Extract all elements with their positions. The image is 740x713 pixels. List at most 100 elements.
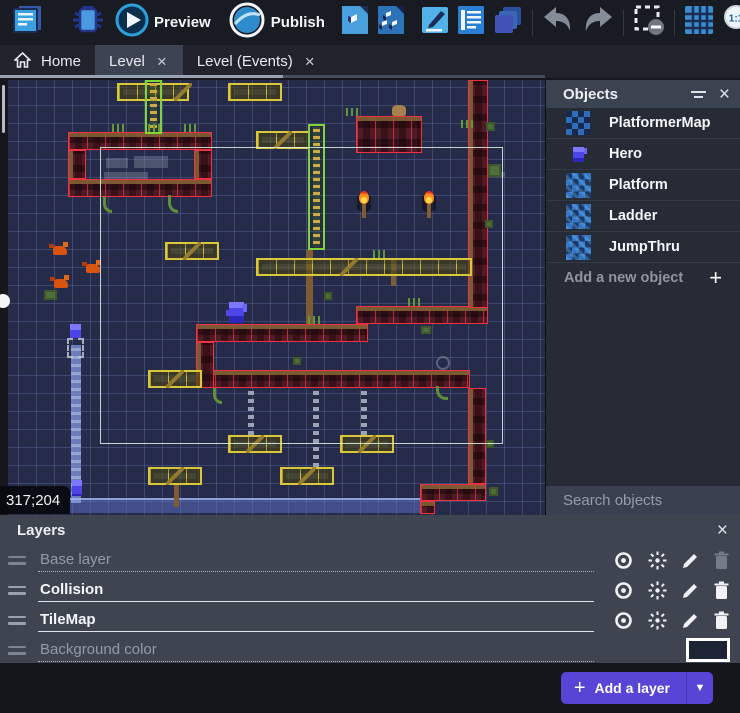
red-row-tile: [420, 484, 486, 501]
visibility-eye-icon[interactable]: [613, 550, 634, 571]
ghostring-tile: [436, 356, 450, 370]
critter-tile: [53, 246, 67, 255]
object-label: JumpThru: [609, 239, 680, 255]
tab-home[interactable]: Home: [0, 45, 95, 78]
grass-tile: [148, 124, 160, 132]
objects-panel-header: Objects ×: [546, 80, 740, 108]
edit-pencil-icon[interactable]: [681, 551, 700, 570]
delete-trash-icon: [713, 551, 730, 570]
deselect-icon: [631, 2, 667, 43]
edit-pencil-icon[interactable]: [681, 611, 700, 630]
undo-button[interactable]: [538, 3, 578, 43]
drag-handle-icon[interactable]: [8, 552, 26, 569]
plank-tile: [298, 467, 316, 485]
search-objects-input[interactable]: [561, 491, 740, 510]
object-label: Ladder: [609, 208, 657, 224]
add-layer-dropdown-button[interactable]: ▼: [686, 672, 713, 704]
hero-sprite-icon: [563, 147, 593, 162]
layer-name-input[interactable]: [38, 548, 594, 572]
torch-tile: [357, 191, 371, 219]
zoom-reset-button[interactable]: 1:1: [718, 3, 740, 43]
drag-handle-icon[interactable]: [8, 612, 26, 629]
object-item-hero[interactable]: Hero: [546, 139, 740, 170]
object-item-ladder[interactable]: Ladder: [546, 201, 740, 232]
object-groups-button[interactable]: [373, 3, 409, 43]
project-manager-icon: [10, 3, 46, 42]
tile-icon: [563, 173, 593, 198]
chain-tile: [313, 388, 319, 467]
grid-button[interactable]: [680, 3, 718, 43]
effects-icon[interactable]: [647, 610, 668, 631]
canvas-v-scrollbar[interactable]: [2, 85, 5, 133]
pole-tile: [174, 485, 179, 507]
preview-button[interactable]: Preview: [112, 3, 219, 43]
grass-tile: [346, 108, 358, 116]
red-col-tile: [194, 150, 212, 179]
grass-tile: [461, 120, 473, 128]
plank-tile: [246, 435, 264, 453]
effects-icon[interactable]: [647, 550, 668, 571]
close-icon[interactable]: ×: [719, 85, 730, 104]
object-search-bar: [546, 486, 740, 515]
tab-level-events[interactable]: Level (Events) ×: [183, 45, 331, 78]
ghostbox-tile: [67, 338, 84, 358]
red-row-tile: [356, 306, 488, 324]
effects-icon[interactable]: [647, 580, 668, 601]
moss-tile: [486, 122, 495, 131]
object-item-jumpthru[interactable]: JumpThru: [546, 232, 740, 263]
moss-tile: [488, 164, 501, 177]
tab-level[interactable]: Level ×: [95, 45, 183, 78]
properties-button[interactable]: [417, 3, 453, 43]
bottom-strip: + Add a layer ▼: [0, 663, 740, 713]
delete-trash-icon[interactable]: [713, 611, 730, 630]
background-color-swatch[interactable]: [686, 638, 730, 662]
grass-tile: [112, 124, 124, 132]
add-layer-button[interactable]: + Add a layer: [561, 672, 686, 704]
layers-list-button[interactable]: [489, 3, 527, 43]
layer-name-input[interactable]: [38, 608, 594, 632]
canvas-h-scrollbar[interactable]: [0, 75, 283, 78]
scene-canvas[interactable]: [8, 80, 545, 515]
close-icon[interactable]: ×: [717, 521, 728, 540]
publish-globe-icon: [227, 0, 267, 45]
add-layer-button-group: + Add a layer ▼: [561, 672, 713, 704]
visibility-eye-icon[interactable]: [613, 610, 634, 631]
clear-selection-button[interactable]: [629, 3, 669, 43]
cursor-coordinates: 317;204: [0, 486, 70, 514]
tab-bar: Home Level × Level (Events) ×: [0, 45, 740, 78]
add-new-object-button[interactable]: Add a new object +: [546, 263, 740, 293]
edit-pencil-icon[interactable]: [681, 581, 700, 600]
layer-name-input[interactable]: [38, 578, 594, 602]
moss-tile: [486, 440, 494, 448]
edit-object-button[interactable]: [337, 3, 373, 43]
debugger-button[interactable]: [68, 3, 108, 43]
plank-tile: [183, 242, 201, 260]
toolbar: Preview Publish: [0, 0, 740, 45]
redo-button[interactable]: [578, 3, 618, 43]
chain-tile: [248, 388, 254, 435]
publish-button[interactable]: Publish: [225, 3, 333, 43]
drag-handle-icon[interactable]: [8, 582, 26, 599]
instances-list-button[interactable]: [453, 3, 489, 43]
object-item-platformermap[interactable]: PlatformerMap: [546, 108, 740, 139]
minihero-tile: [72, 480, 82, 496]
red-row-tile: [68, 132, 212, 150]
delete-trash-icon[interactable]: [713, 581, 730, 600]
close-tab-icon[interactable]: ×: [155, 53, 169, 70]
object-page-icon: [339, 3, 371, 42]
vine-tile: [103, 197, 112, 213]
close-tab-icon[interactable]: ×: [303, 53, 317, 70]
moss-tile: [324, 292, 332, 300]
project-manager-button[interactable]: [8, 3, 48, 43]
preview-label: Preview: [154, 14, 211, 31]
box-tile: [256, 258, 472, 276]
objects-panel-title: Objects: [563, 86, 689, 103]
visibility-eye-icon[interactable]: [613, 580, 634, 601]
grass-tile: [408, 298, 420, 306]
filter-icon[interactable]: [689, 88, 709, 101]
box-tile: [228, 83, 282, 101]
object-item-platform[interactable]: Platform: [546, 170, 740, 201]
tile-icon: [563, 235, 593, 260]
red-row-tile: [420, 501, 435, 514]
add-layer-label: Add a layer: [595, 680, 670, 696]
